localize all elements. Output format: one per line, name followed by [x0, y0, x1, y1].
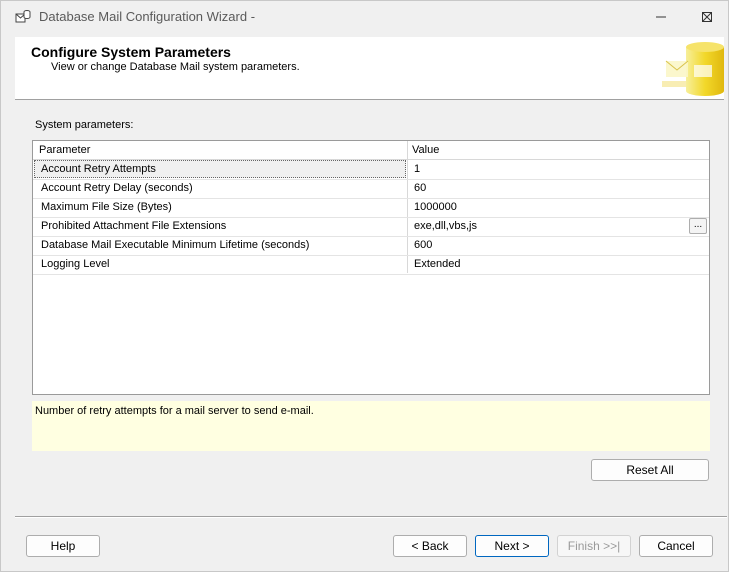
value-cell[interactable]: 1000000: [414, 201, 457, 213]
description-text: Number of retry attempts for a mail serv…: [35, 405, 314, 417]
wizard-window: Database Mail Configuration Wizard - Con…: [0, 0, 729, 572]
next-button[interactable]: Next >: [475, 535, 549, 557]
parameter-cell: Account Retry Attempts: [41, 163, 156, 175]
database-banner-icon: [662, 42, 724, 96]
table-row[interactable]: Logging Level Extended: [33, 255, 709, 275]
column-header-value[interactable]: Value: [412, 144, 439, 156]
parameter-cell: Logging Level: [41, 258, 110, 270]
parameter-cell: Prohibited Attachment File Extensions: [41, 220, 227, 232]
value-cell[interactable]: 600: [414, 239, 432, 251]
table-row[interactable]: Prohibited Attachment File Extensions ex…: [33, 217, 709, 237]
database-mail-icon: [15, 9, 31, 25]
system-parameters-label: System parameters:: [35, 119, 134, 131]
column-header-parameter[interactable]: Parameter: [39, 144, 90, 156]
value-cell[interactable]: 1: [414, 163, 420, 175]
minimize-button[interactable]: [638, 1, 684, 33]
wizard-header: Configure System Parameters View or chan…: [15, 37, 724, 100]
parameters-grid[interactable]: Parameter Value Account Retry Attempts 1…: [32, 140, 710, 395]
page-title: Configure System Parameters: [31, 44, 231, 60]
cancel-button[interactable]: Cancel: [639, 535, 713, 557]
back-button[interactable]: < Back: [393, 535, 467, 557]
window-title: Database Mail Configuration Wizard -: [39, 9, 256, 24]
value-cell[interactable]: Extended: [414, 258, 460, 270]
ellipsis-button[interactable]: ...: [689, 218, 707, 234]
table-row[interactable]: Database Mail Executable Minimum Lifetim…: [33, 236, 709, 256]
table-row[interactable]: Account Retry Attempts 1: [33, 160, 709, 180]
parameter-cell: Maximum File Size (Bytes): [41, 201, 172, 213]
minimize-icon: [656, 16, 666, 18]
page-subtitle: View or change Database Mail system para…: [51, 61, 300, 73]
table-row[interactable]: Account Retry Delay (seconds) 60: [33, 179, 709, 199]
close-button[interactable]: [684, 1, 730, 33]
close-icon: [702, 12, 712, 22]
value-cell[interactable]: 60: [414, 182, 426, 194]
parameter-cell: Database Mail Executable Minimum Lifetim…: [41, 239, 310, 251]
grid-header: Parameter Value: [33, 141, 709, 160]
title-bar[interactable]: Database Mail Configuration Wizard -: [1, 1, 728, 33]
value-cell[interactable]: exe,dll,vbs,js: [414, 220, 477, 232]
reset-all-button[interactable]: Reset All: [591, 459, 709, 481]
help-button[interactable]: Help: [26, 535, 100, 557]
finish-button[interactable]: Finish >>|: [557, 535, 631, 557]
table-row[interactable]: Maximum File Size (Bytes) 1000000: [33, 198, 709, 218]
description-panel: Number of retry attempts for a mail serv…: [32, 401, 710, 451]
parameter-cell: Account Retry Delay (seconds): [41, 182, 193, 194]
footer-divider-highlight: [15, 517, 727, 518]
